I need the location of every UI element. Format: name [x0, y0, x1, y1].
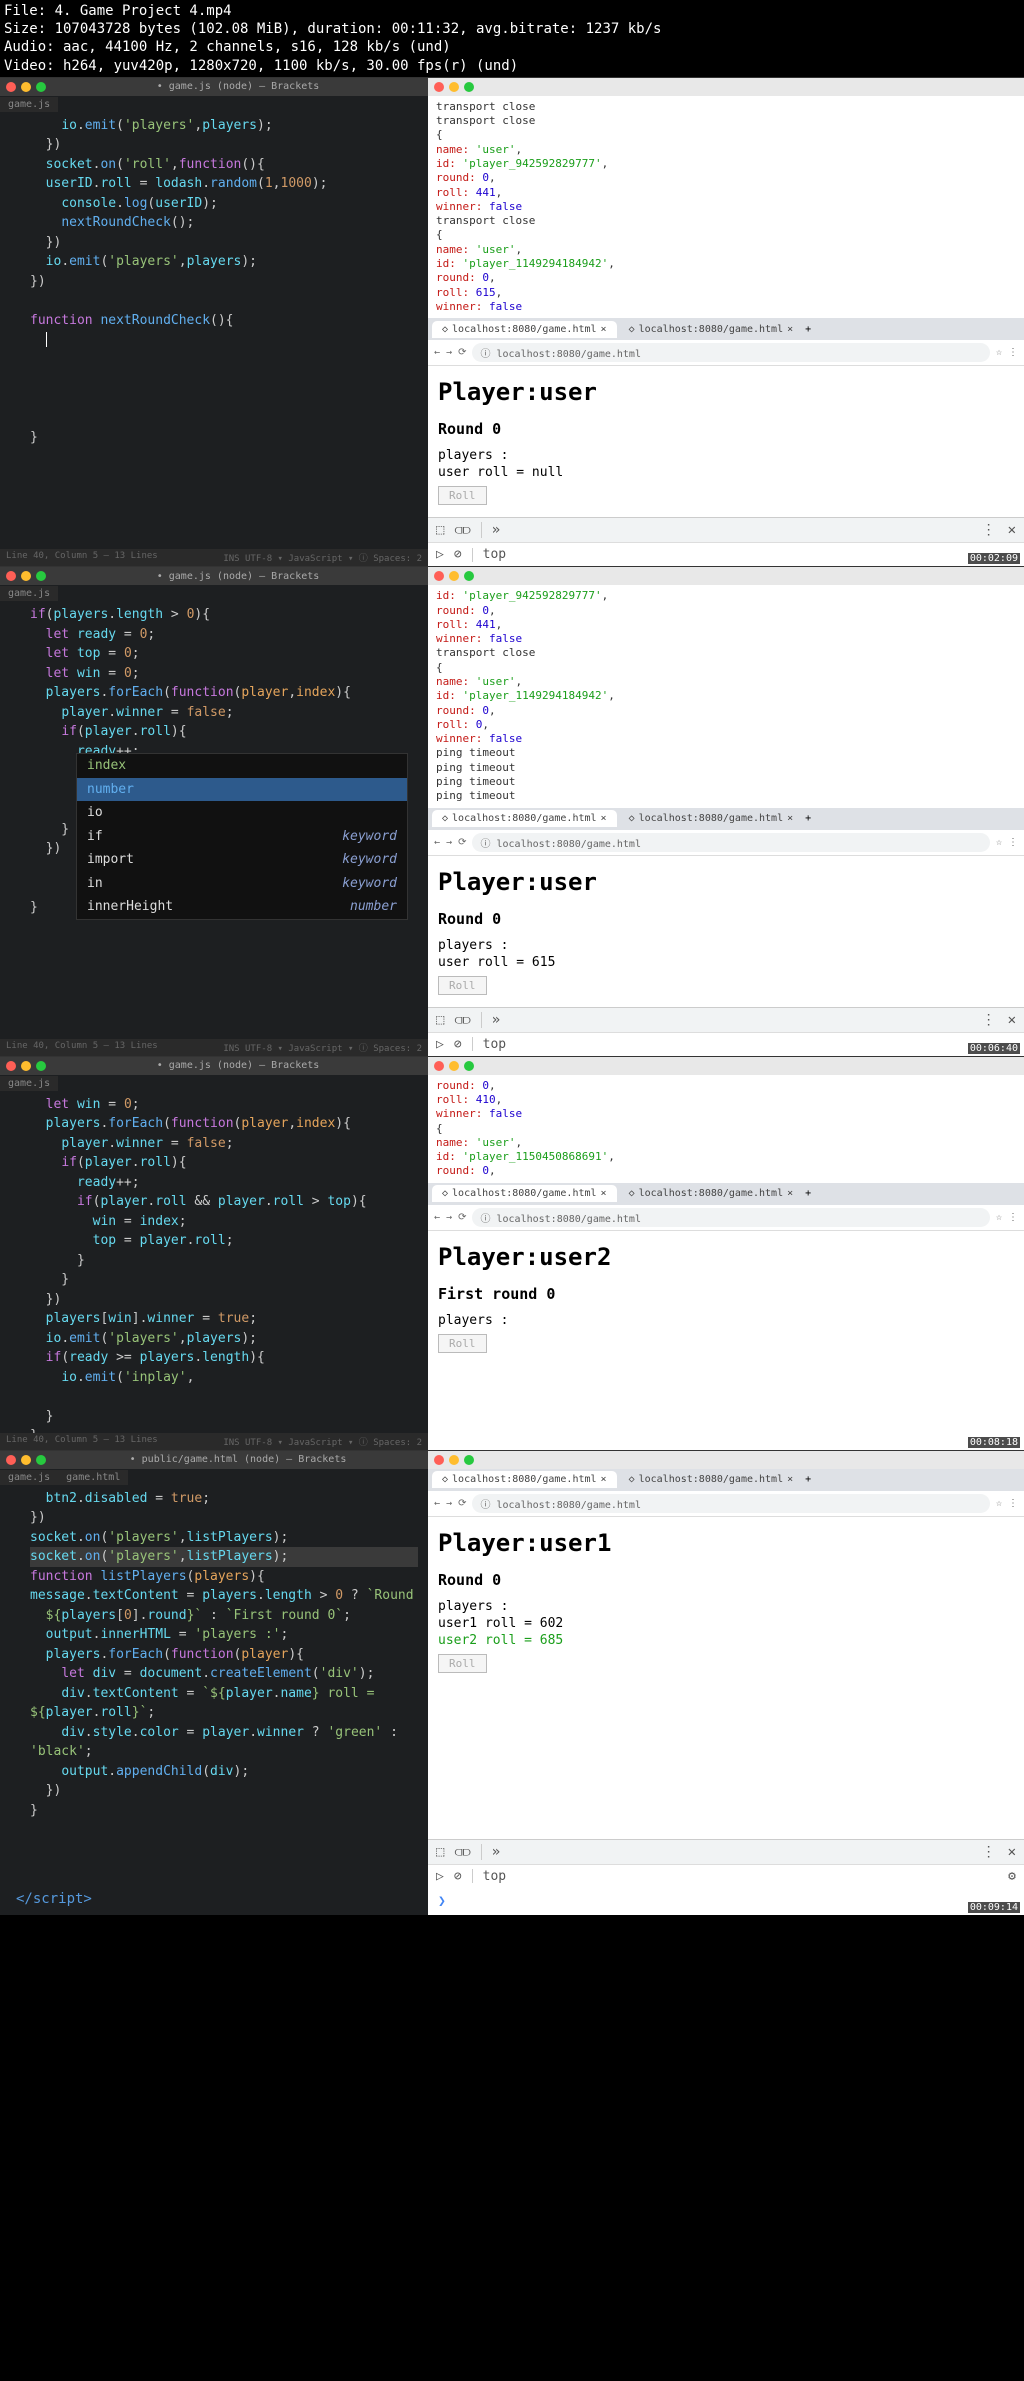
back-button[interactable]: ←	[434, 347, 440, 358]
browser-tab[interactable]: ◇ localhost:8080/game.html ×	[619, 321, 804, 338]
panel-4: • public/game.html (node) — Brackets gam…	[0, 1450, 1024, 1915]
new-tab-button[interactable]: +	[805, 324, 811, 335]
file-info: File: 4. Game Project 4.mp4 Size: 107043…	[0, 0, 1024, 77]
roll-button[interactable]: Roll	[438, 486, 487, 505]
forward-button[interactable]: →	[446, 347, 452, 358]
terminal[interactable]: id: 'player_942592829777', round: 0, rol…	[428, 585, 1024, 807]
reload-button[interactable]: ⟳	[458, 347, 466, 358]
code-editor[interactable]: • game.js (node) — Brackets game.js io.e…	[0, 78, 428, 566]
address-bar[interactable]: ⓘ localhost:8080/game.html	[472, 343, 990, 362]
autocomplete-popup[interactable]: indexnumberioifkeywordimportkeywordinkey…	[76, 753, 408, 920]
editor-tab[interactable]: game.js	[0, 97, 58, 112]
stop-icon[interactable]: ⊘	[454, 547, 462, 562]
code-editor[interactable]: • game.js (node) — Brackets game.js let …	[0, 1057, 428, 1450]
star-icon[interactable]: ☆	[996, 347, 1002, 358]
console-input[interactable]: ❯	[428, 1888, 1024, 1915]
device-icon[interactable]: ⫏⫐	[454, 522, 470, 538]
webpage: Player:user Round 0 players : user roll …	[428, 366, 1024, 517]
player-heading: Player:user	[438, 378, 1014, 406]
kebab-icon[interactable]: ⋮	[982, 522, 996, 538]
timestamp: 00:02:09	[968, 553, 1020, 564]
terminal[interactable]: transport closetransport close{ name: 'u…	[428, 96, 1024, 318]
editor-tab[interactable]: game.js	[0, 586, 58, 601]
roll-button[interactable]: Roll	[438, 1654, 487, 1673]
roll-button[interactable]: Roll	[438, 976, 487, 995]
code-editor[interactable]: • public/game.html (node) — Brackets gam…	[0, 1451, 428, 1915]
code-editor[interactable]: • game.js (node) — Brackets game.js if(p…	[0, 567, 428, 1055]
roll-button[interactable]: Roll	[438, 1334, 487, 1353]
panel-1: • game.js (node) — Brackets game.js io.e…	[0, 77, 1024, 566]
panel-2: • game.js (node) — Brackets game.js if(p…	[0, 566, 1024, 1055]
browser-tab[interactable]: ◇ localhost:8080/game.html ×	[432, 321, 617, 338]
close-icon[interactable]: ✕	[1008, 522, 1016, 538]
script-close-tag: </script>	[0, 1883, 428, 1915]
winner-roll: user2 roll = 685	[438, 1633, 1014, 1648]
play-icon[interactable]: ▷	[436, 547, 444, 562]
browser-tabs[interactable]: ◇ localhost:8080/game.html × ◇ localhost…	[428, 318, 1024, 340]
gear-icon[interactable]: ⚙	[1008, 1869, 1016, 1884]
inspect-icon[interactable]: ⬚	[436, 522, 444, 538]
devtools-toolbar[interactable]: ⬚⫏⫐ » ⋮✕	[428, 517, 1024, 542]
round-heading: Round 0	[438, 420, 1014, 438]
panel-3: • game.js (node) — Brackets game.js let …	[0, 1056, 1024, 1450]
menu-icon[interactable]: ⋮	[1008, 347, 1018, 358]
